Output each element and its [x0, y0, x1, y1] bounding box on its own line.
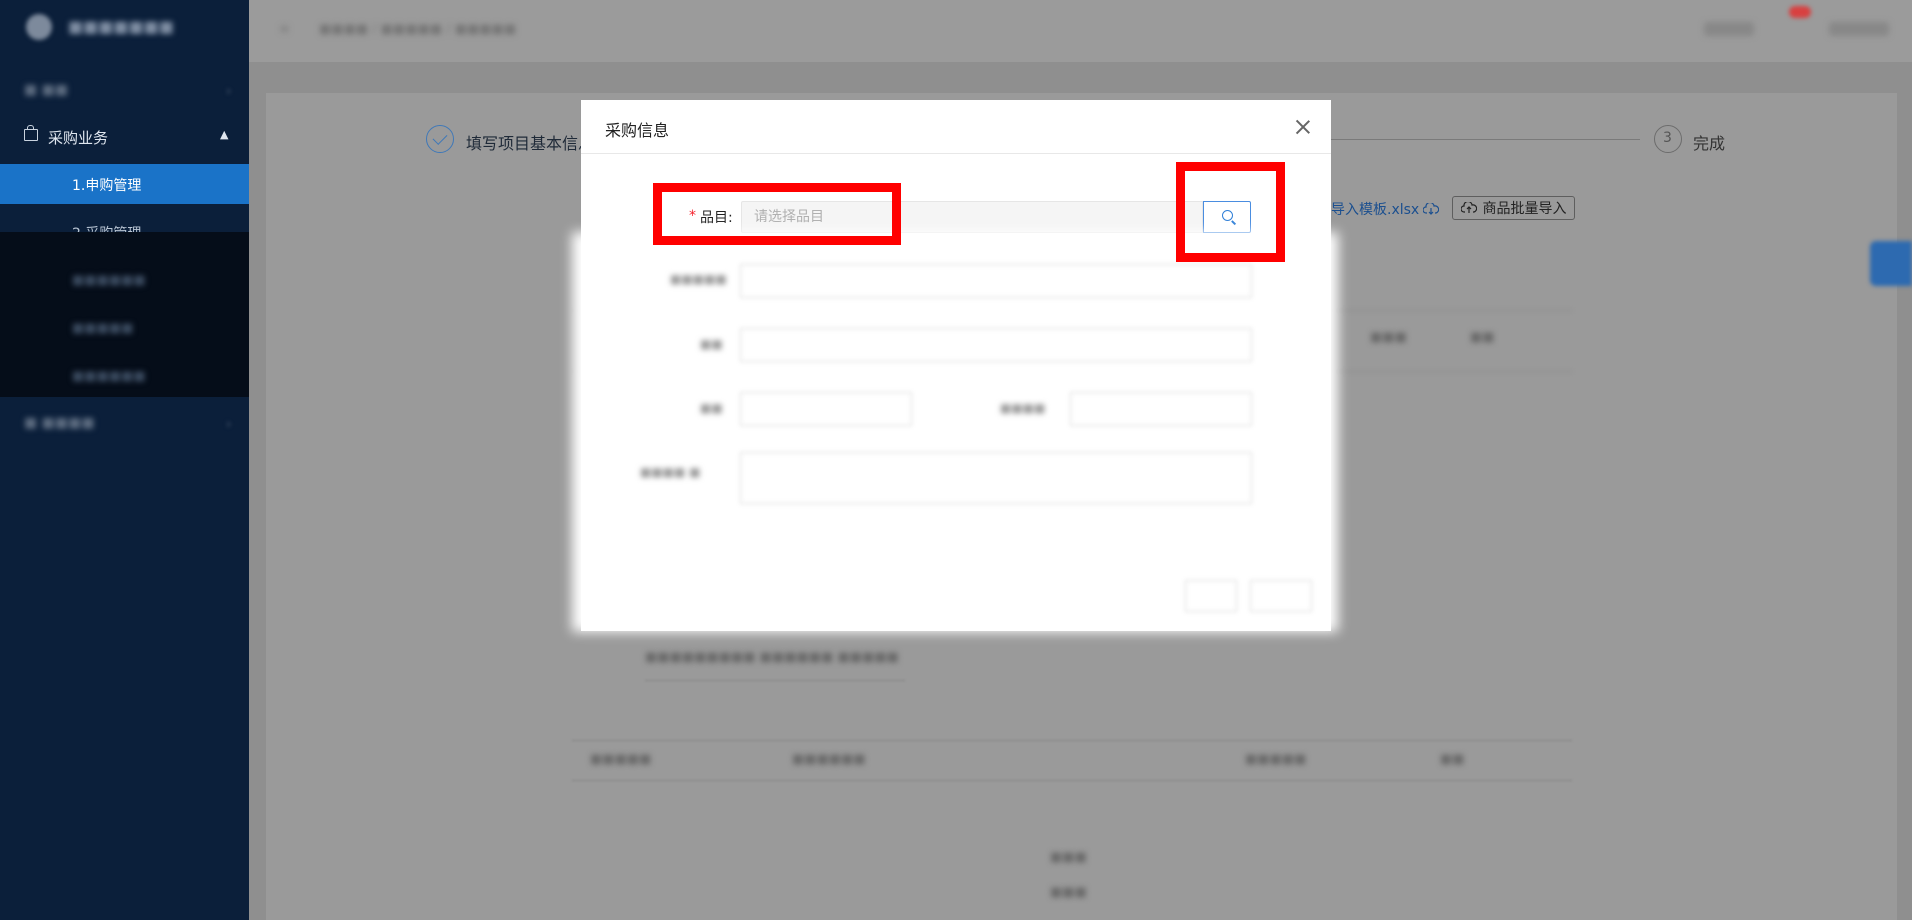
template-link-label: 导入模板.xlsx [1331, 202, 1420, 218]
field-blurred[interactable] [740, 328, 1252, 362]
dialog-title: 采购信息 [605, 121, 670, 140]
notification-badge [1789, 6, 1811, 18]
divider [572, 780, 1572, 781]
field-blurred[interactable] [1070, 392, 1252, 426]
highlight-box [653, 183, 901, 245]
divider [572, 740, 1572, 741]
step-1-check-icon [426, 125, 454, 153]
table-header-blurred: ■■ [1440, 752, 1465, 767]
table-header-blurred: ■■■ [1370, 330, 1407, 345]
bag-icon [24, 125, 38, 141]
template-download-link[interactable]: 导入模板.xlsx [1331, 199, 1440, 219]
table-header-blurred: ■■ [1470, 330, 1495, 345]
sidebar-item-blurred[interactable]: ■ ■■ [24, 82, 68, 98]
sidebar-group-purchase[interactable]: 采购业务 ▲ [0, 118, 249, 154]
breadcrumb: ■■■■ / ■■■■■ / ■■■■■ [319, 22, 517, 37]
app-logo: ■■■■■■■ [0, 0, 249, 56]
chevron-icon: › [226, 417, 231, 431]
dialog-header: 采购信息 [581, 100, 1331, 154]
step-1-label: 填写项目基本信息 [466, 134, 595, 153]
menu-toggle-icon[interactable]: ≡ [279, 22, 290, 37]
batch-import-button[interactable]: 商品批量导入 [1452, 196, 1575, 220]
sidebar-group-label: 采购业务 [48, 129, 109, 147]
user-menu[interactable] [1829, 22, 1889, 36]
batch-import-label: 商品批量导入 [1482, 201, 1567, 217]
top-bar: ≡ ■■■■ / ■■■■■ / ■■■■■ [249, 0, 1912, 62]
field-label-blurred: ■■■■ [1000, 401, 1046, 415]
side-float-tab[interactable] [1870, 241, 1912, 286]
chevron-up-icon: ▲ [220, 128, 229, 141]
divider [645, 680, 905, 681]
sidebar-item-blurred[interactable]: ■ ■■■■ [24, 415, 95, 431]
empty-state-blurred: ■■■ [1050, 850, 1087, 865]
sidebar: ■■■■■■■ ■ ■■ › 采购业务 ▲ 1.申购管理 2.采购管理 ■■■■… [0, 0, 249, 920]
step-connector [1330, 139, 1640, 140]
field-label-blurred: ■■■■■ [670, 272, 727, 286]
toolbar-blurred[interactable] [1704, 22, 1754, 36]
field-label-blurred: ■■ [700, 401, 723, 415]
chevron-icon: › [226, 84, 231, 98]
table-header-blurred: ■■■■■ [1245, 752, 1307, 767]
highlight-box [1176, 162, 1285, 262]
sidebar-item-requisition[interactable]: 1.申购管理 [0, 164, 249, 204]
close-icon[interactable] [1294, 118, 1312, 136]
field-label-blurred: ■■■■ ■ [640, 465, 701, 479]
field-label-blurred: ■■ [700, 337, 723, 351]
field-blurred[interactable] [740, 264, 1252, 298]
confirm-button[interactable] [1250, 580, 1312, 612]
sidebar-item-procurement[interactable]: 2.采购管理 [72, 223, 141, 232]
cloud-download-icon [1423, 203, 1440, 215]
textarea-blurred[interactable] [740, 452, 1252, 504]
sidebar-item-blurred[interactable]: ■■■■■■ [72, 273, 146, 288]
sidebar-item-blurred[interactable]: ■■■■■■ [72, 369, 146, 384]
cancel-button[interactable] [1185, 580, 1237, 612]
text-blurred: ■■■■■■■■■ ■■■■■■ ■■■■■ [645, 650, 899, 665]
cloud-upload-icon [1460, 202, 1477, 213]
field-blurred[interactable] [740, 392, 912, 426]
step-3-label: 完成 [1693, 134, 1726, 153]
app-name-blurred: ■■■■■■■ [68, 17, 174, 36]
step-3-number: 3 [1663, 130, 1672, 146]
step-3-indicator: 3 [1654, 125, 1682, 153]
table-header-blurred: ■■■■■■ [792, 752, 866, 767]
logo-icon [26, 14, 52, 40]
sidebar-item-blurred[interactable]: ■■■■■ [72, 321, 133, 336]
sidebar-item-label: 1.申购管理 [72, 178, 142, 194]
table-header-blurred: ■■■■■ [590, 752, 652, 767]
empty-state-blurred: ■■■ [1050, 885, 1087, 900]
